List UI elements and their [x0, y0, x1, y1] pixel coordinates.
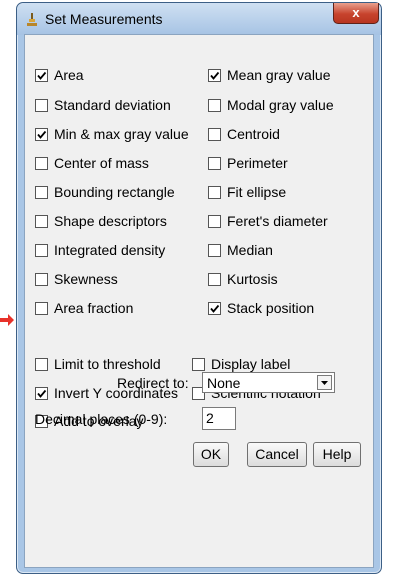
- checkbox-box[interactable]: [35, 98, 48, 112]
- checkbox-centroid[interactable]: Centroid: [208, 125, 280, 143]
- checkbox-label: Center of mass: [54, 155, 149, 171]
- checkbox-box[interactable]: [208, 185, 221, 199]
- checkbox-box[interactable]: [35, 243, 48, 257]
- redirect-select[interactable]: None: [202, 372, 335, 393]
- checkbox-label: Perimeter: [227, 155, 288, 171]
- checkbox-label: Skewness: [54, 271, 118, 287]
- checkbox-box[interactable]: [208, 156, 221, 170]
- checkbox-label: Shape descriptors: [54, 213, 167, 229]
- redirect-label: Redirect to:: [117, 375, 189, 391]
- checkbox-label: Mean gray value: [227, 67, 331, 83]
- checkbox-fit-ellipse[interactable]: Fit ellipse: [208, 183, 286, 201]
- checkbox-label: Kurtosis: [227, 271, 278, 287]
- checkbox-box[interactable]: [208, 301, 221, 315]
- checkbox-box[interactable]: [208, 68, 221, 82]
- window-title: Set Measurements: [45, 11, 163, 27]
- checkbox-label: Fit ellipse: [227, 184, 287, 200]
- checkbox-box[interactable]: [35, 127, 48, 141]
- checkmark-icon: [210, 304, 220, 313]
- ok-button[interactable]: OK: [193, 442, 229, 467]
- checkbox-stack-position[interactable]: Stack position: [208, 299, 314, 317]
- checkbox-kurtosis[interactable]: Kurtosis: [208, 270, 278, 288]
- checkmark-icon: [37, 389, 47, 398]
- decimal-places-label: Decimal places (0-9):: [35, 411, 168, 427]
- checkbox-label: Median: [227, 242, 273, 258]
- checkbox-ferets-diameter[interactable]: Feret's diameter: [208, 212, 328, 230]
- checkbox-label: Modal gray value: [227, 97, 334, 113]
- checkbox-box[interactable]: [35, 214, 48, 228]
- checkbox-label: Centroid: [227, 126, 280, 142]
- checkbox-box[interactable]: [208, 127, 221, 141]
- dialog-body: Area Mean gray value Standard deviation …: [24, 34, 374, 568]
- checkbox-box[interactable]: [192, 357, 205, 371]
- checkbox-box[interactable]: [35, 272, 48, 286]
- checkbox-modal-gray-value[interactable]: Modal gray value: [208, 96, 334, 114]
- checkbox-perimeter[interactable]: Perimeter: [208, 154, 288, 172]
- checkbox-label: Limit to threshold: [54, 356, 161, 372]
- checkbox-label: Min & max gray value: [54, 126, 189, 142]
- checkbox-min-max-gray-value[interactable]: Min & max gray value: [35, 125, 189, 143]
- checkbox-box[interactable]: [208, 272, 221, 286]
- checkbox-mean-gray-value[interactable]: Mean gray value: [208, 66, 331, 84]
- checkbox-label: Bounding rectangle: [54, 184, 175, 200]
- cancel-button[interactable]: Cancel: [247, 442, 307, 467]
- checkbox-box[interactable]: [35, 156, 48, 170]
- checkbox-label: Display label: [211, 356, 291, 372]
- chevron-down-icon[interactable]: [317, 375, 332, 390]
- redirect-value: None: [207, 375, 241, 391]
- set-measurements-dialog: Set Measurements x Area Mean gray value …: [16, 2, 382, 574]
- checkbox-area-fraction[interactable]: Area fraction: [35, 299, 133, 317]
- checkbox-label: Feret's diameter: [227, 213, 328, 229]
- checkbox-label: Area: [54, 67, 84, 83]
- checkbox-box[interactable]: [35, 68, 48, 82]
- checkbox-box[interactable]: [208, 243, 221, 257]
- checkbox-label: Area fraction: [54, 300, 134, 316]
- checkbox-box[interactable]: [208, 214, 221, 228]
- checkbox-standard-deviation[interactable]: Standard deviation: [35, 96, 171, 114]
- checkbox-box[interactable]: [208, 98, 221, 112]
- help-button[interactable]: Help: [313, 442, 361, 467]
- checkmark-icon: [37, 130, 47, 139]
- checkbox-skewness[interactable]: Skewness: [35, 270, 118, 288]
- checkbox-bounding-rectangle[interactable]: Bounding rectangle: [35, 183, 175, 201]
- checkbox-center-of-mass[interactable]: Center of mass: [35, 154, 149, 172]
- close-button[interactable]: x: [333, 3, 379, 24]
- decimal-places-input[interactable]: 2: [202, 407, 236, 430]
- checkbox-shape-descriptors[interactable]: Shape descriptors: [35, 212, 167, 230]
- imagej-microscope-icon: [27, 13, 37, 26]
- checkbox-median[interactable]: Median: [208, 241, 273, 259]
- title-bar[interactable]: Set Measurements x: [17, 3, 381, 35]
- checkbox-box[interactable]: [35, 301, 48, 315]
- checkbox-label: Standard deviation: [54, 97, 171, 113]
- checkbox-box[interactable]: [35, 185, 48, 199]
- checkbox-limit-to-threshold[interactable]: Limit to threshold: [35, 355, 161, 373]
- checkbox-integrated-density[interactable]: Integrated density: [35, 241, 165, 259]
- checkbox-label: Integrated density: [54, 242, 166, 258]
- checkbox-area[interactable]: Area: [35, 66, 84, 84]
- pointer-arrow-icon: [0, 314, 14, 326]
- checkbox-display-label[interactable]: Display label: [192, 355, 290, 373]
- checkmark-icon: [210, 71, 220, 80]
- checkbox-box[interactable]: [35, 357, 48, 371]
- checkbox-label: Stack position: [227, 300, 315, 316]
- checkmark-icon: [37, 71, 47, 80]
- checkbox-box[interactable]: [35, 386, 48, 400]
